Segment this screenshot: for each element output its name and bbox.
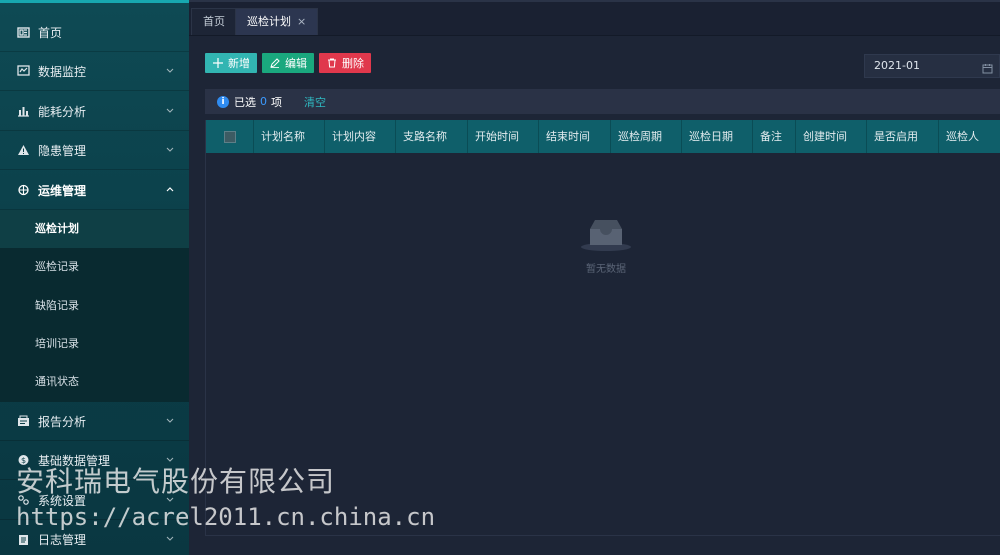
- column-header-end-time[interactable]: 结束时间: [539, 120, 611, 153]
- month-picker[interactable]: 2021-01: [864, 54, 1000, 78]
- tab-home[interactable]: 首页: [191, 8, 237, 35]
- plus-icon: [212, 58, 223, 69]
- selection-prefix: 已选: [234, 95, 256, 109]
- add-button-label: 新增: [228, 57, 250, 70]
- submenu-item-inspection-record[interactable]: 巡检记录: [0, 248, 189, 286]
- operations-submenu: 巡检计划 巡检记录 缺陷记录 培训记录 通讯状态: [0, 210, 189, 402]
- sidebar-item-energy-analysis[interactable]: 能耗分析: [0, 92, 189, 131]
- trash-icon: [326, 58, 337, 69]
- month-picker-value: 2021-01: [874, 59, 920, 72]
- tab-inspection-plan[interactable]: 巡检计划 ×: [235, 8, 319, 35]
- home-icon: [16, 25, 30, 39]
- select-all-cell: [206, 120, 254, 153]
- add-button[interactable]: 新增: [205, 53, 257, 73]
- column-header-plan-name[interactable]: 计划名称: [254, 120, 325, 153]
- pencil-icon: [269, 58, 280, 69]
- sidebar-item-report-analysis[interactable]: 报告分析: [0, 402, 189, 441]
- calendar-icon: [982, 60, 993, 74]
- sidebar-item-label: 数据监控: [38, 64, 87, 79]
- column-header-branch-name[interactable]: 支路名称: [396, 120, 468, 153]
- chevron-down-icon: [165, 105, 175, 115]
- submenu-item-inspection-plan[interactable]: 巡检计划: [0, 210, 189, 248]
- table-header: 计划名称 计划内容 支路名称 开始时间 结束时间 巡检周期 巡检日期 备注 创建…: [206, 120, 1000, 153]
- edit-button[interactable]: 编辑: [262, 53, 314, 73]
- submenu-item-communication-status[interactable]: 通讯状态: [0, 363, 189, 401]
- empty-state: 暂无数据: [566, 215, 646, 275]
- submenu-item-training-record[interactable]: 培训记录: [0, 325, 189, 363]
- tab-label: 巡检计划: [247, 15, 291, 28]
- monitor-icon: [16, 64, 30, 78]
- sidebar-item-home[interactable]: 首页: [0, 13, 189, 52]
- info-icon: i: [217, 95, 229, 108]
- empty-inbox-icon: [581, 220, 631, 251]
- column-header-remarks[interactable]: 备注: [753, 120, 796, 153]
- sidebar-item-operations[interactable]: 运维管理: [0, 171, 189, 210]
- empty-text: 暂无数据: [586, 264, 626, 275]
- sidebar-item-label: 首页: [38, 25, 63, 40]
- chevron-down-icon: [165, 65, 175, 75]
- delete-button[interactable]: 删除: [319, 53, 371, 73]
- tab-bar: 首页 巡检计划 ×: [189, 0, 1000, 36]
- warning-icon: [16, 143, 30, 157]
- watermark-company: 安科瑞电气股份有限公司: [16, 465, 336, 498]
- sidebar-item-hazard-management[interactable]: 隐患管理: [0, 131, 189, 170]
- chevron-down-icon: [165, 533, 175, 543]
- column-header-enabled[interactable]: 是否启用: [867, 120, 939, 153]
- chevron-down-icon: [165, 415, 175, 425]
- chevron-down-icon: [165, 144, 175, 154]
- column-header-inspection-date[interactable]: 巡检日期: [682, 120, 753, 153]
- column-header-created-time[interactable]: 创建时间: [796, 120, 867, 153]
- sidebar-item-label: 运维管理: [38, 183, 87, 198]
- edit-button-label: 编辑: [285, 57, 307, 70]
- sidebar-item-label: 隐患管理: [38, 143, 87, 158]
- sidebar-item-label: 日志管理: [38, 533, 87, 547]
- selection-suffix: 项: [271, 95, 282, 109]
- column-header-plan-content[interactable]: 计划内容: [325, 120, 396, 153]
- sidebar-item-data-monitor[interactable]: 数据监控: [0, 52, 189, 91]
- report-icon: [16, 414, 30, 428]
- delete-button-label: 删除: [342, 57, 364, 70]
- clear-selection-link[interactable]: 清空: [304, 94, 326, 110]
- select-all-checkbox[interactable]: [223, 130, 236, 143]
- submenu-item-defect-record[interactable]: 缺陷记录: [0, 287, 189, 325]
- selection-info-bar: i 已选 0 项 清空: [205, 89, 1000, 114]
- watermark-url: https://acrel2011.cn.china.cn: [16, 503, 436, 531]
- bar-chart-icon: [16, 104, 30, 118]
- close-icon[interactable]: ×: [297, 15, 306, 28]
- tab-label: 首页: [203, 15, 225, 28]
- column-header-start-time[interactable]: 开始时间: [468, 120, 539, 153]
- selection-count: 0: [260, 95, 267, 108]
- sidebar-item-label: 能耗分析: [38, 104, 87, 119]
- column-header-inspector[interactable]: 巡检人: [939, 120, 994, 153]
- sidebar-item-label: 报告分析: [38, 414, 87, 429]
- column-header-inspection-cycle[interactable]: 巡检周期: [611, 120, 682, 153]
- maintenance-icon: [16, 183, 30, 197]
- chevron-up-icon: [165, 184, 175, 194]
- log-icon: [16, 533, 30, 547]
